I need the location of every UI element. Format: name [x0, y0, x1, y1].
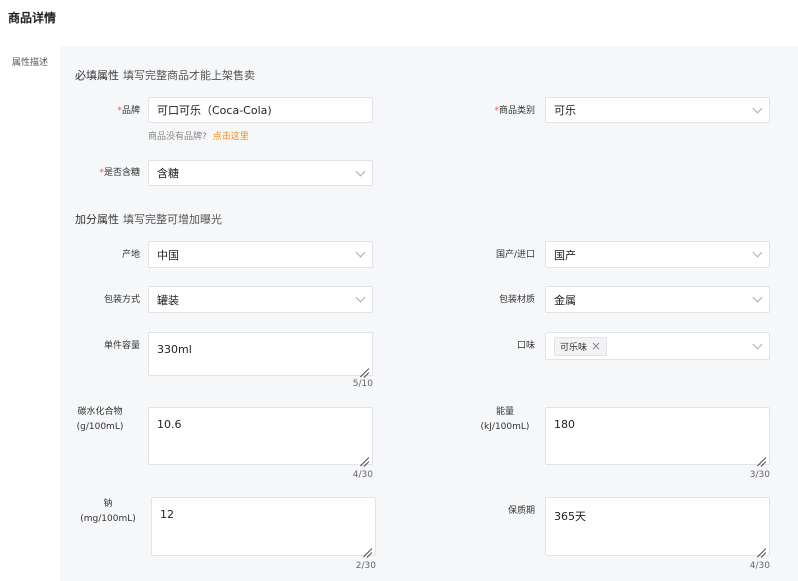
volume-value: 330ml: [157, 343, 192, 356]
chevron-down-icon: [752, 339, 763, 349]
flavor-label: 口味: [516, 341, 535, 351]
required-section-title: 必填属性 填写完整商品才能上架售卖: [75, 67, 255, 83]
sodium-label: 钠 (mg/100mL): [68, 497, 148, 527]
import-label: 国产/进口: [495, 250, 535, 260]
package-value: 罐装: [157, 293, 179, 307]
import-value: 国产: [554, 248, 576, 262]
carbs-label-unit: (g/100mL): [76, 422, 124, 432]
resize-handle-icon[interactable]: [358, 361, 370, 373]
brand-label: *品牌: [117, 106, 140, 116]
origin-value: 中国: [157, 248, 179, 262]
category-value: 可乐: [554, 104, 576, 117]
required-title: 必填属性: [75, 69, 119, 82]
flavor-tag: 可乐味 ×: [554, 336, 608, 356]
flavor-multiselect[interactable]: 可乐味 ×: [545, 332, 770, 360]
close-icon[interactable]: ×: [591, 340, 601, 352]
sugar-value: 含糖: [157, 167, 179, 180]
category-select[interactable]: 可乐: [545, 97, 770, 123]
flavor-tag-label: 可乐味: [560, 342, 588, 353]
sodium-char-count: 2/30: [355, 561, 376, 571]
chevron-down-icon: [752, 103, 763, 113]
energy-textarea[interactable]: 180: [545, 407, 770, 465]
chevron-down-icon: [355, 292, 366, 303]
package-label: 包装方式: [103, 295, 140, 305]
carbs-textarea[interactable]: 10.6: [148, 407, 373, 465]
energy-label-name: 能量: [495, 407, 514, 417]
import-select[interactable]: 国产: [545, 241, 770, 268]
origin-label: 产地: [121, 250, 140, 260]
brand-note: 商品没有品牌? 点击这里: [148, 129, 249, 142]
material-label: 包装材质: [498, 295, 535, 305]
sodium-textarea[interactable]: 12: [151, 497, 376, 556]
energy-label-unit: (kJ/100mL): [480, 422, 530, 432]
brand-value: 可口可乐（Coca-Cola): [157, 104, 272, 117]
volume-label: 单件容量: [103, 341, 140, 351]
sugar-label: *是否含糖: [99, 168, 140, 178]
shelf-life-char-count: 4/30: [749, 561, 770, 571]
brand-input[interactable]: 可口可乐（Coca-Cola): [148, 97, 373, 123]
sodium-label-unit: (mg/100mL): [80, 514, 136, 524]
sodium-label-name: 钠: [103, 499, 113, 509]
no-brand-text: 商品没有品牌?: [148, 132, 207, 142]
carbs-value: 10.6: [157, 418, 182, 431]
bonus-section-title: 加分属性 填写完整可增加曝光: [75, 211, 222, 227]
resize-handle-icon[interactable]: [358, 450, 370, 462]
material-select[interactable]: 金属: [545, 286, 770, 313]
energy-value: 180: [554, 418, 575, 431]
chevron-down-icon: [355, 247, 366, 258]
carbs-char-count: 4/30: [352, 470, 373, 480]
material-value: 金属: [554, 293, 576, 307]
chevron-down-icon: [752, 247, 763, 258]
category-label: *商品类别: [494, 106, 535, 116]
volume-char-count: 5/10: [352, 379, 373, 389]
click-here-link[interactable]: 点击这里: [213, 132, 249, 142]
shelf-life-value: 365天: [554, 510, 586, 523]
chevron-down-icon: [355, 166, 366, 176]
bonus-hint: 填写完整可增加曝光: [123, 213, 222, 226]
resize-handle-icon[interactable]: [755, 450, 767, 462]
chevron-down-icon: [752, 292, 763, 303]
energy-label: 能量 (kJ/100mL): [465, 405, 545, 435]
resize-handle-icon[interactable]: [361, 541, 373, 553]
shelf-life-textarea[interactable]: 365天: [545, 497, 770, 556]
page-title: 商品详情: [8, 11, 57, 25]
bonus-title: 加分属性: [75, 213, 119, 226]
sugar-select[interactable]: 含糖: [148, 160, 373, 186]
package-select[interactable]: 罐装: [148, 286, 373, 313]
resize-handle-icon[interactable]: [755, 541, 767, 553]
volume-textarea[interactable]: 330ml: [148, 332, 373, 376]
carbs-label-name: 碳水化合物: [77, 407, 123, 417]
side-section-label: 属性描述: [12, 58, 49, 68]
shelf-life-label: 保质期: [507, 506, 535, 516]
sodium-value: 12: [160, 508, 174, 521]
energy-char-count: 3/30: [749, 470, 770, 480]
required-hint: 填写完整商品才能上架售卖: [123, 69, 255, 82]
origin-select[interactable]: 中国: [148, 241, 373, 268]
carbs-label: 碳水化合物 (g/100mL): [60, 405, 140, 435]
